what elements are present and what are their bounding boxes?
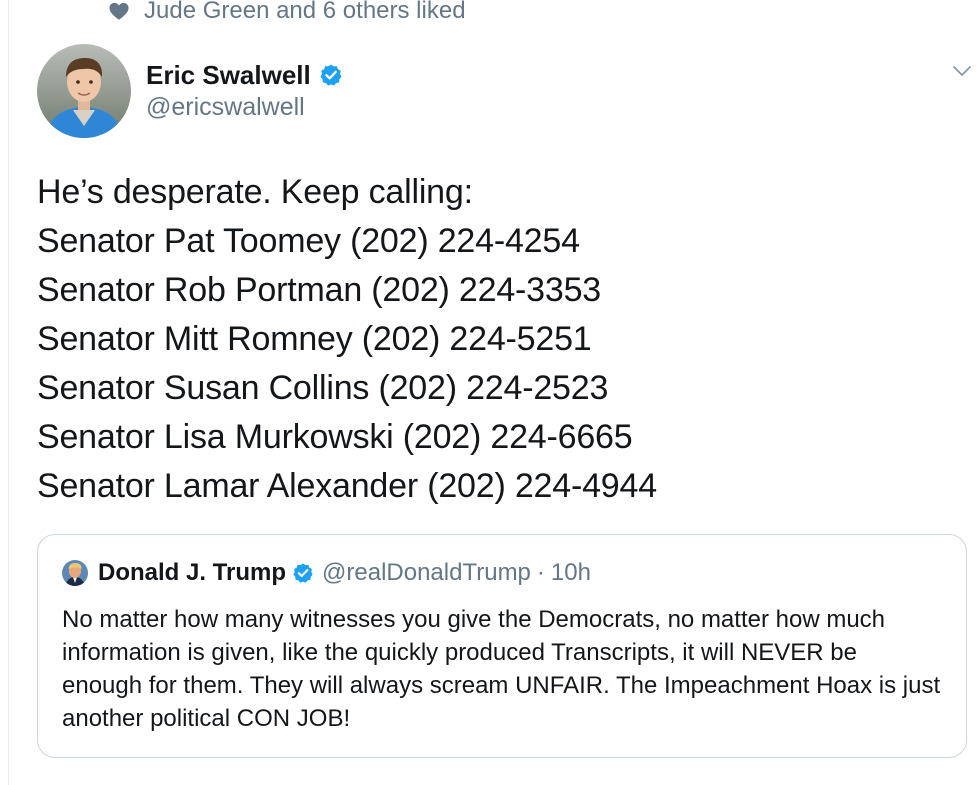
heart-icon <box>108 0 130 22</box>
tweet-text-line: Senator Lamar Alexander (202) 224-4944 <box>37 467 657 505</box>
tweet-screenshot: Jude Green and 6 others liked Eric Swalw… <box>0 0 980 785</box>
tweet-text-line: He’s desperate. Keep calling: <box>37 173 473 211</box>
quoted-author-avatar <box>62 560 88 586</box>
author-block[interactable]: Eric Swalwell @ericswalwell <box>146 58 343 122</box>
quoted-tweet-text: No matter how many witnesses you give th… <box>62 606 941 732</box>
chevron-down-icon[interactable] <box>952 64 972 78</box>
tweet-text-line: Senator Pat Toomey (202) 224-4254 <box>37 222 580 260</box>
quoted-author-name[interactable]: Donald J. Trump <box>98 559 286 587</box>
author-handle[interactable]: @ericswalwell <box>146 93 343 122</box>
quoted-author-handle[interactable]: @realDonaldTrump <box>322 559 531 587</box>
quoted-tweet-timestamp[interactable]: 10h <box>551 559 591 587</box>
social-context-text: Jude Green and 6 others liked <box>144 0 466 24</box>
verified-badge-icon <box>292 562 314 584</box>
verified-badge-icon <box>319 63 343 87</box>
social-context[interactable]: Jude Green and 6 others liked <box>108 0 466 28</box>
tweet-text-line: Senator Mitt Romney (202) 224-5251 <box>37 320 592 358</box>
quoted-tweet-card[interactable]: Donald J. Trump @realDonaldTrump · 10h N… <box>37 534 967 758</box>
timeline-divider <box>8 0 9 785</box>
tweet-text-line: Senator Susan Collins (202) 224-2523 <box>37 369 609 407</box>
author-avatar[interactable] <box>37 44 131 138</box>
tweet-text-line: Senator Lisa Murkowski (202) 224-6665 <box>37 418 633 456</box>
timestamp-separator: · <box>536 559 545 586</box>
tweet-text-line: Senator Rob Portman (202) 224-3353 <box>37 271 601 309</box>
quoted-tweet-header: Donald J. Trump @realDonaldTrump · 10h <box>62 559 591 587</box>
tweet-text: He’s desperate. Keep calling: Senator Pa… <box>37 168 657 511</box>
author-name[interactable]: Eric Swalwell <box>146 60 311 91</box>
